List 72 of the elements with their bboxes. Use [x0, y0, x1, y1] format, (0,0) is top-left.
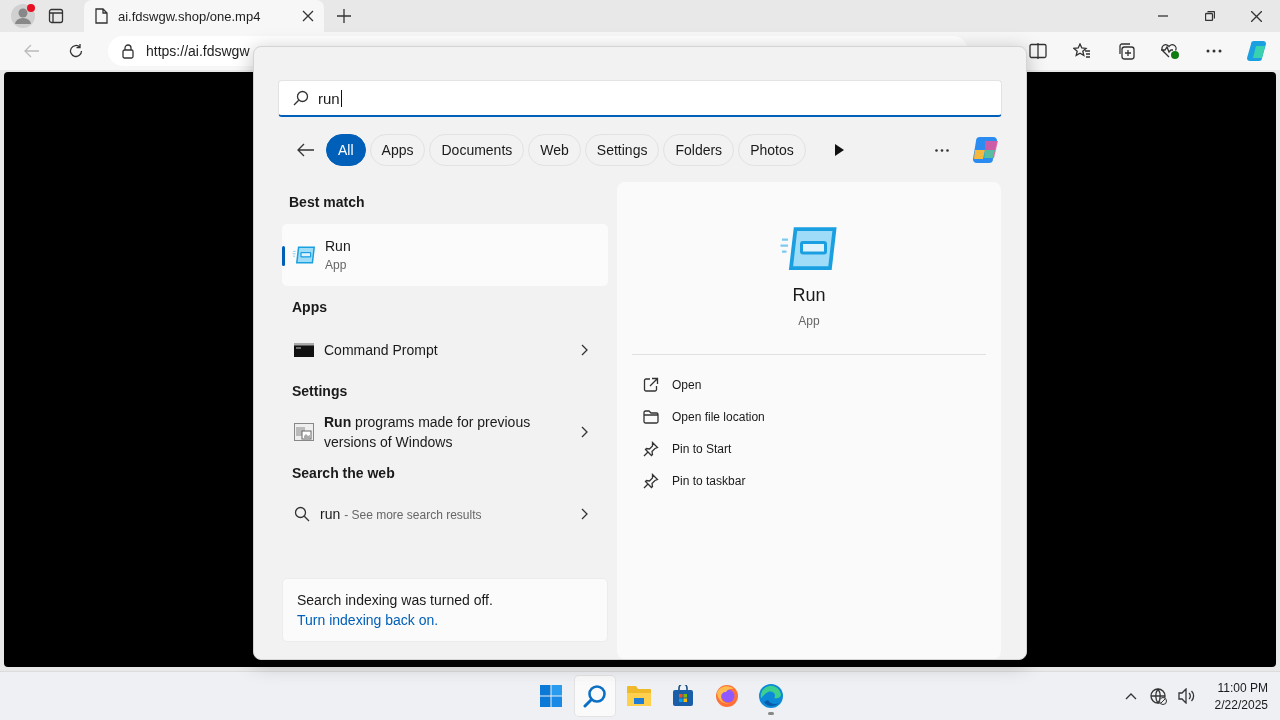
action-item[interactable]: Pin to Start: [643, 433, 732, 465]
filter-tab[interactable]: Photos: [738, 134, 806, 166]
folder-icon: [626, 685, 652, 707]
compatibility-window-icon: [294, 423, 314, 441]
plus-icon: [337, 9, 351, 23]
globe-icon: [1150, 687, 1168, 705]
pin-icon: [643, 441, 659, 457]
back-arrow-icon: [24, 44, 40, 58]
store-bag-icon: [672, 685, 694, 707]
action-item[interactable]: Open: [643, 369, 702, 401]
filter-tab[interactable]: Settings: [584, 134, 660, 166]
run-app-icon: [292, 246, 316, 264]
taskbar-app-button[interactable]: [575, 676, 615, 716]
collections-icon: [1117, 42, 1135, 60]
section-heading: Search the web: [291, 464, 396, 483]
close-icon[interactable]: [302, 10, 314, 22]
profile-icon[interactable]: [10, 3, 36, 29]
browser-tab[interactable]: ai.fdswgw.shop/one.mp4: [84, 0, 324, 32]
action-item[interactable]: Open file location: [643, 401, 765, 433]
back-arrow-icon: [297, 143, 315, 157]
minimize-icon: [1157, 15, 1168, 17]
refresh-icon: [68, 43, 84, 59]
search-icon: [294, 506, 310, 522]
search-icon: [583, 684, 607, 708]
wave-globe-icon: [758, 683, 784, 709]
copilot-icon: [971, 136, 1001, 164]
terminal-icon: [294, 342, 314, 358]
result-text[interactable]: Run programs made for previous versions of Windows: [324, 412, 571, 452]
speaker-icon: [1177, 688, 1196, 704]
tabs-icon: [48, 8, 64, 24]
heart-pulse-icon: [1160, 42, 1180, 60]
indexing-link[interactable]: Turn indexing back on.: [297, 612, 439, 628]
chevron-right-icon: [581, 344, 588, 356]
star-list-icon: [1073, 43, 1091, 59]
section-heading: Settings: [291, 382, 349, 401]
section-heading: Best match: [288, 193, 366, 212]
best-match-item[interactable]: Run App: [282, 224, 608, 286]
pin-icon: [643, 473, 659, 489]
notice-text: Search indexing was turned off.: [297, 592, 494, 608]
filter-tab[interactable]: Folders: [663, 134, 735, 166]
filter-tab[interactable]: All: [326, 134, 366, 166]
windows-logo-icon: [539, 684, 563, 708]
section-heading: Apps: [291, 298, 328, 317]
run-app-icon: [779, 226, 839, 271]
chevron-right-icon: [581, 426, 588, 438]
action-item[interactable]: Pin to taskbar: [643, 465, 746, 497]
more-icon: [935, 148, 949, 152]
chevron-right-icon: [581, 508, 588, 520]
open-external-icon: [643, 377, 659, 393]
split-screen-icon: [1029, 43, 1047, 59]
lock-icon: [122, 43, 134, 59]
app-type: App: [798, 314, 820, 328]
filter-tab[interactable]: Apps: [369, 134, 426, 166]
search-icon: [293, 90, 309, 106]
search-field[interactable]: run: [278, 80, 1002, 117]
play-icon: [835, 144, 845, 156]
restore-icon: [1204, 11, 1215, 21]
clock[interactable]: 11:00 PM 2/22/2025: [1202, 680, 1268, 712]
document-icon: [94, 8, 108, 24]
filter-tab[interactable]: Web: [528, 134, 581, 166]
fox-globe-icon: [715, 684, 739, 708]
chevron-up-icon: [1124, 692, 1137, 700]
more-icon: [1206, 49, 1222, 53]
close-icon: [1251, 10, 1262, 22]
folder-icon: [643, 410, 659, 424]
app-type: App: [325, 258, 348, 272]
result-query[interactable]: run: [320, 505, 341, 522]
app-name: Run: [792, 285, 826, 306]
filter-tab[interactable]: Documents: [429, 134, 525, 166]
result-text[interactable]: Command Prompt: [324, 340, 571, 360]
result-hint: - See more search results: [344, 507, 482, 522]
app-name: Run: [325, 238, 351, 254]
